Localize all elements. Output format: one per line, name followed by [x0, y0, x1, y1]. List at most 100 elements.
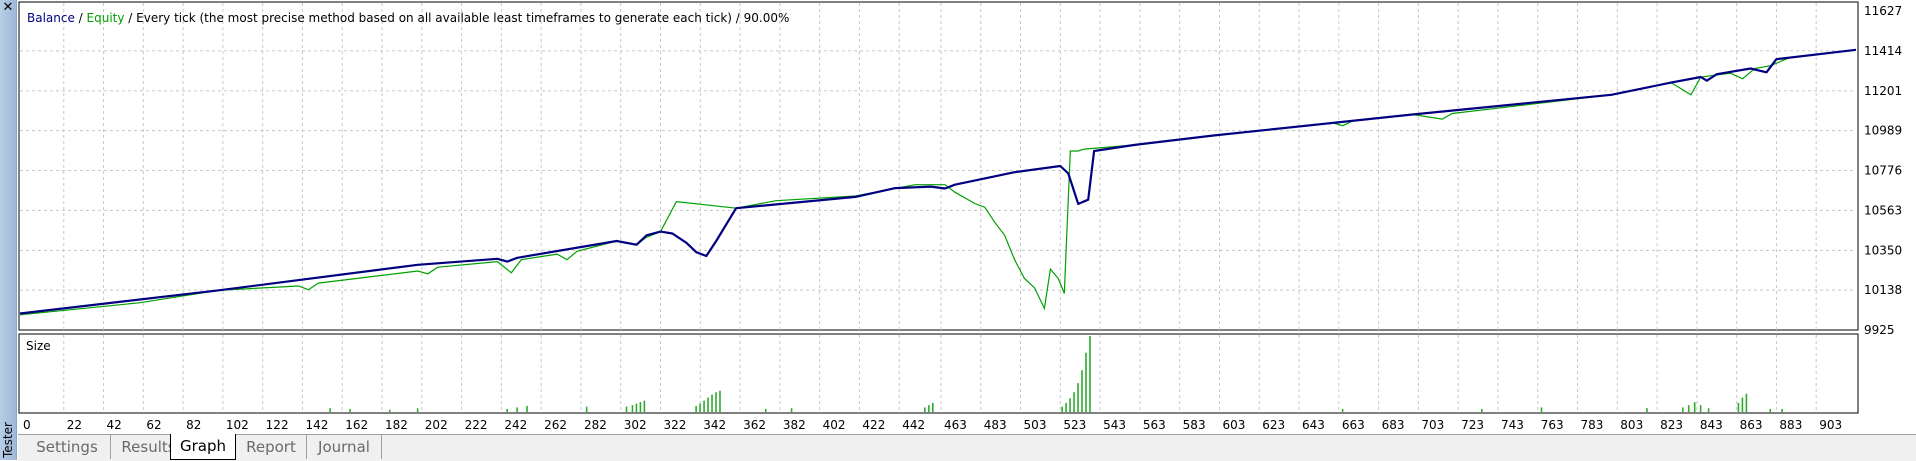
x-tick-label: 683: [1382, 418, 1405, 432]
size-bar: [639, 402, 642, 412]
x-tick-label: 342: [703, 418, 726, 432]
tester-side-strip: ✕ Tester: [0, 0, 17, 460]
x-tick-label: 523: [1063, 418, 1086, 432]
size-bar: [1741, 397, 1744, 412]
size-bar: [703, 400, 705, 412]
tester-side-label: Tester: [1, 422, 15, 458]
x-tick-label: 62: [146, 418, 161, 432]
x-tick-label: 763: [1541, 418, 1564, 432]
x-tick-label: 0: [23, 418, 31, 432]
size-bar: [1077, 383, 1079, 412]
x-tick-label: 322: [664, 418, 687, 432]
tester-tab-bar: Settings Results Graph Report Journal: [18, 434, 1916, 461]
size-bar: [699, 403, 701, 412]
size-bar: [1681, 407, 1684, 412]
y-tick-label: 10989: [1864, 124, 1902, 138]
x-tick-label: 182: [385, 418, 408, 432]
x-tick-label: 723: [1461, 418, 1484, 432]
x-tick-label: 282: [584, 418, 607, 432]
x-tick-label: 142: [305, 418, 328, 432]
y-tick-label: 10563: [1864, 203, 1902, 217]
x-tick-label: 82: [186, 418, 201, 432]
x-tick-label: 803: [1620, 418, 1643, 432]
close-icon[interactable]: ✕: [1, 1, 15, 15]
x-tick-label: 583: [1183, 418, 1206, 432]
x-tick-label: 483: [984, 418, 1007, 432]
y-tick-label: 10138: [1864, 283, 1902, 297]
x-tick-label: 743: [1501, 418, 1524, 432]
tab-report[interactable]: Report: [236, 435, 307, 459]
tab-journal[interactable]: Journal: [307, 435, 382, 459]
size-bar: [790, 408, 793, 412]
legend-balance: Balance: [27, 11, 75, 25]
size-bar: [707, 397, 709, 412]
size-bar: [526, 405, 528, 412]
y-tick-label: 11627: [1864, 4, 1902, 18]
size-bar: [388, 409, 391, 412]
x-tick-label: 863: [1740, 418, 1763, 432]
size-bar: [349, 408, 351, 412]
x-tick-label: 883: [1779, 418, 1802, 432]
size-bar: [1085, 352, 1087, 412]
x-tick-label: 783: [1581, 418, 1604, 432]
x-tick-label: 563: [1143, 418, 1166, 432]
size-bar: [416, 408, 419, 412]
x-tick-label: 362: [743, 418, 766, 432]
x-tick-label: 22: [67, 418, 82, 432]
size-bar: [1646, 408, 1648, 412]
x-tick-label: 843: [1700, 418, 1723, 432]
size-bar: [719, 390, 721, 412]
x-tick-label: 643: [1302, 418, 1325, 432]
size-bar: [1481, 408, 1483, 412]
size-bar: [643, 400, 646, 412]
size-bar: [1693, 402, 1696, 412]
x-tick-label: 242: [504, 418, 527, 432]
size-bar: [1737, 402, 1740, 412]
size-chart-title: Size: [26, 339, 51, 353]
y-tick-label: 10350: [1864, 243, 1902, 257]
size-bar: [711, 394, 713, 412]
y-tick-label: 11414: [1864, 44, 1902, 58]
x-tick-label: 903: [1819, 418, 1842, 432]
x-tick-label: 503: [1024, 418, 1047, 432]
size-bar: [585, 406, 588, 412]
y-tick-label: 9925: [1864, 323, 1895, 337]
y-axis-ticks: 11627 11414 11201 10989 10776 10563 10350 10138…: [1864, 4, 1902, 337]
size-bar: [631, 405, 634, 412]
x-axis-ticks: 0 22 42 62 82 102 122 142 162 182 202 222 242 262 282 3…: [23, 418, 1842, 432]
chart-svg: 11627 11414 11201 10989 10776 10563 10350 10138…: [18, 1, 1902, 432]
x-tick-label: 703: [1421, 418, 1444, 432]
chart-legend: Balance / Equity / Every tick (the most …: [27, 11, 789, 25]
size-bar: [1699, 405, 1702, 412]
x-tick-label: 222: [465, 418, 488, 432]
size-bar: [1081, 370, 1083, 412]
x-tick-label: 122: [266, 418, 289, 432]
x-tick-label: 422: [862, 418, 885, 432]
x-tick-label: 102: [226, 418, 249, 432]
size-bar: [695, 405, 697, 412]
x-tick-label: 162: [345, 418, 368, 432]
x-tick-label: 543: [1103, 418, 1126, 432]
size-bar: [329, 408, 331, 412]
y-tick-label: 11201: [1864, 84, 1902, 98]
tab-graph[interactable]: Graph: [170, 434, 236, 460]
y-tick-label: 10776: [1864, 164, 1902, 178]
x-tick-label: 823: [1660, 418, 1683, 432]
size-bar: [1540, 407, 1543, 412]
x-tick-label: 623: [1262, 418, 1285, 432]
size-bar: [1341, 408, 1344, 412]
size-bar: [506, 408, 508, 412]
legend-description: / Every tick (the most precise method ba…: [124, 11, 789, 25]
x-tick-label: 42: [107, 418, 122, 432]
x-tick-label: 382: [783, 418, 806, 432]
x-tick-label: 663: [1342, 418, 1365, 432]
size-chart-frame: [18, 333, 1859, 414]
size-bar: [1707, 408, 1710, 412]
size-bar: [764, 408, 767, 412]
size-bar: [516, 407, 518, 412]
x-tick-label: 463: [944, 418, 967, 432]
size-bar: [1745, 393, 1748, 412]
size-bar: [1065, 402, 1067, 412]
size-bar: [1089, 336, 1091, 412]
tab-settings[interactable]: Settings: [24, 435, 111, 459]
